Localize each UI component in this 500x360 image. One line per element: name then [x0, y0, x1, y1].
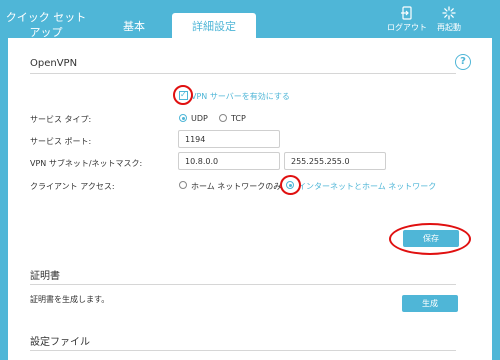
radio-tcp-label[interactable]: TCP [231, 114, 246, 123]
logout-label: ログアウト [387, 23, 427, 32]
reboot-button[interactable]: 再起動 [424, 6, 474, 33]
client-access-label: クライアント アクセス: [30, 182, 115, 191]
help-icon[interactable]: ? [455, 54, 471, 70]
annotation-circle-checkbox [173, 85, 193, 105]
tab-quick-setup[interactable]: クイック セット アップ [0, 0, 92, 39]
top-nav: クイック セット アップ 基本 詳細設定 ログアウト 再起動 [0, 0, 500, 39]
config-file-section-title: 設定ファイル [30, 337, 90, 348]
radio-home-only-label[interactable]: ホーム ネットワークのみ [191, 181, 281, 192]
radio-tcp[interactable] [219, 114, 227, 122]
openvpn-section-title: OpenVPN [30, 58, 78, 69]
enable-vpn-label[interactable]: VPN サーバーを有効にする [191, 91, 290, 102]
config-file-divider [30, 350, 456, 351]
tab-quick-setup-label-1: クイック セット [5, 11, 87, 24]
tab-advanced[interactable]: 詳細設定 [172, 13, 256, 38]
netmask-input[interactable]: 255.255.255.0 [284, 152, 386, 170]
service-port-label: サービス ポート: [30, 137, 92, 146]
radio-internet-and-home-label[interactable]: インターネットとホーム ネットワーク [298, 181, 436, 192]
radio-udp-label[interactable]: UDP [191, 114, 208, 123]
subnet-label: VPN サブネット/ネットマスク: [30, 159, 143, 168]
radio-udp[interactable] [179, 114, 187, 122]
service-port-input[interactable]: 1194 [178, 130, 280, 148]
openvpn-divider [30, 73, 456, 74]
certificate-section-title: 証明書 [30, 271, 60, 282]
tab-basic[interactable]: 基本 [100, 0, 168, 38]
certificate-divider [30, 284, 456, 285]
certificate-description: 証明書を生成します。 [30, 295, 110, 304]
radio-home-only[interactable] [179, 181, 187, 189]
annotation-circle-save [389, 223, 471, 255]
subnet-input[interactable]: 10.8.0.0 [178, 152, 280, 170]
reboot-label: 再起動 [437, 23, 461, 32]
generate-certificate-button[interactable]: 生成 [402, 295, 458, 312]
annotation-circle-radio [280, 175, 301, 195]
reboot-icon [424, 6, 474, 20]
service-type-label: サービス タイプ: [30, 115, 92, 124]
